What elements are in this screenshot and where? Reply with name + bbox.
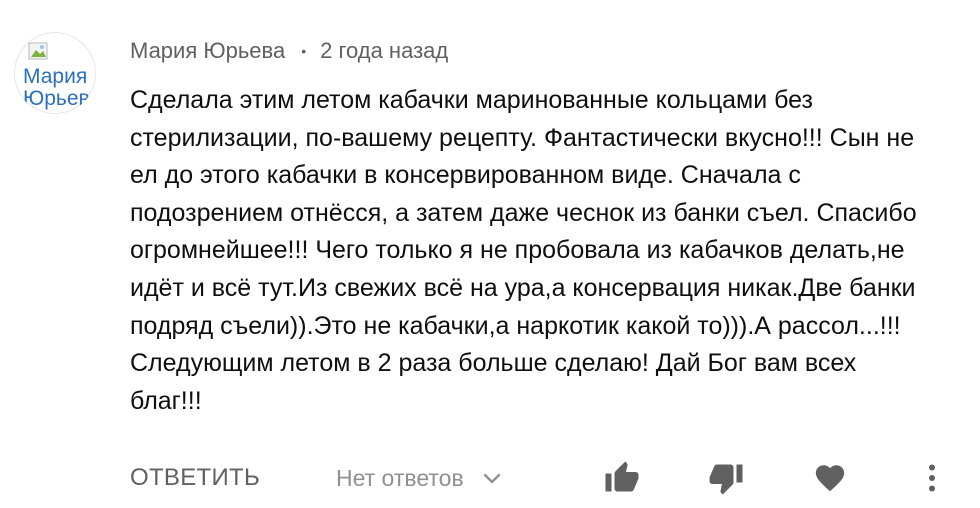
comment-text-line: благ!!! <box>130 386 202 415</box>
heart-button[interactable] <box>810 458 850 498</box>
comment-text-line: подозрением отнёсся, а затем даже чеснок… <box>130 198 917 227</box>
heart-icon <box>815 465 845 492</box>
reply-button[interactable]: ОТВЕТИТЬ <box>130 456 260 500</box>
dislike-button[interactable] <box>706 458 746 498</box>
more-vertical-icon <box>929 464 935 492</box>
comment-text: Сделала этим летом кабачки маринованные … <box>130 82 970 420</box>
comment-timestamp[interactable]: 2 года назад <box>320 38 448 64</box>
comment-header: Мария Юрьева • 2 года назад <box>130 36 448 66</box>
comment-text-line: подряд съели)).Это не кабачки,а наркотик… <box>130 311 901 340</box>
comment-actions: ОТВЕТИТЬ Нет ответов <box>130 456 960 500</box>
comment-thread: Мария Юрьева Мария Юрьева • 2 года назад… <box>0 0 980 508</box>
avatar-alt-text: Мария Юрьева <box>23 65 96 110</box>
comment-text-line: стерилизации, по-вашему рецепту. Фантаст… <box>130 123 915 152</box>
avatar[interactable]: Мария Юрьева <box>14 32 96 114</box>
like-button[interactable] <box>602 458 642 498</box>
broken-image-icon <box>28 42 48 60</box>
author-name[interactable]: Мария Юрьева <box>130 38 285 64</box>
comment-text-line: Следующим летом в 2 раза больше сделаю! … <box>130 349 857 378</box>
comment-text-line: ел до этого кабачки в консервированном в… <box>130 161 801 190</box>
header-separator: • <box>301 43 307 59</box>
comment-text-line: Сделала этим летом кабачки маринованные … <box>130 86 813 114</box>
more-options-button[interactable] <box>912 458 952 498</box>
thumbs-down-icon <box>709 464 743 495</box>
chevron-down-icon <box>483 473 500 484</box>
replies-label: Нет ответов <box>336 464 464 491</box>
thumbs-up-icon <box>605 461 639 492</box>
replies-toggle[interactable]: Нет ответов <box>336 456 502 500</box>
comment-text-line: идёт и всё тут.Из свежих всё на ура,а ко… <box>130 273 916 302</box>
comment-text-line: огромнейшее!!! Чего только я не пробовал… <box>130 236 905 265</box>
